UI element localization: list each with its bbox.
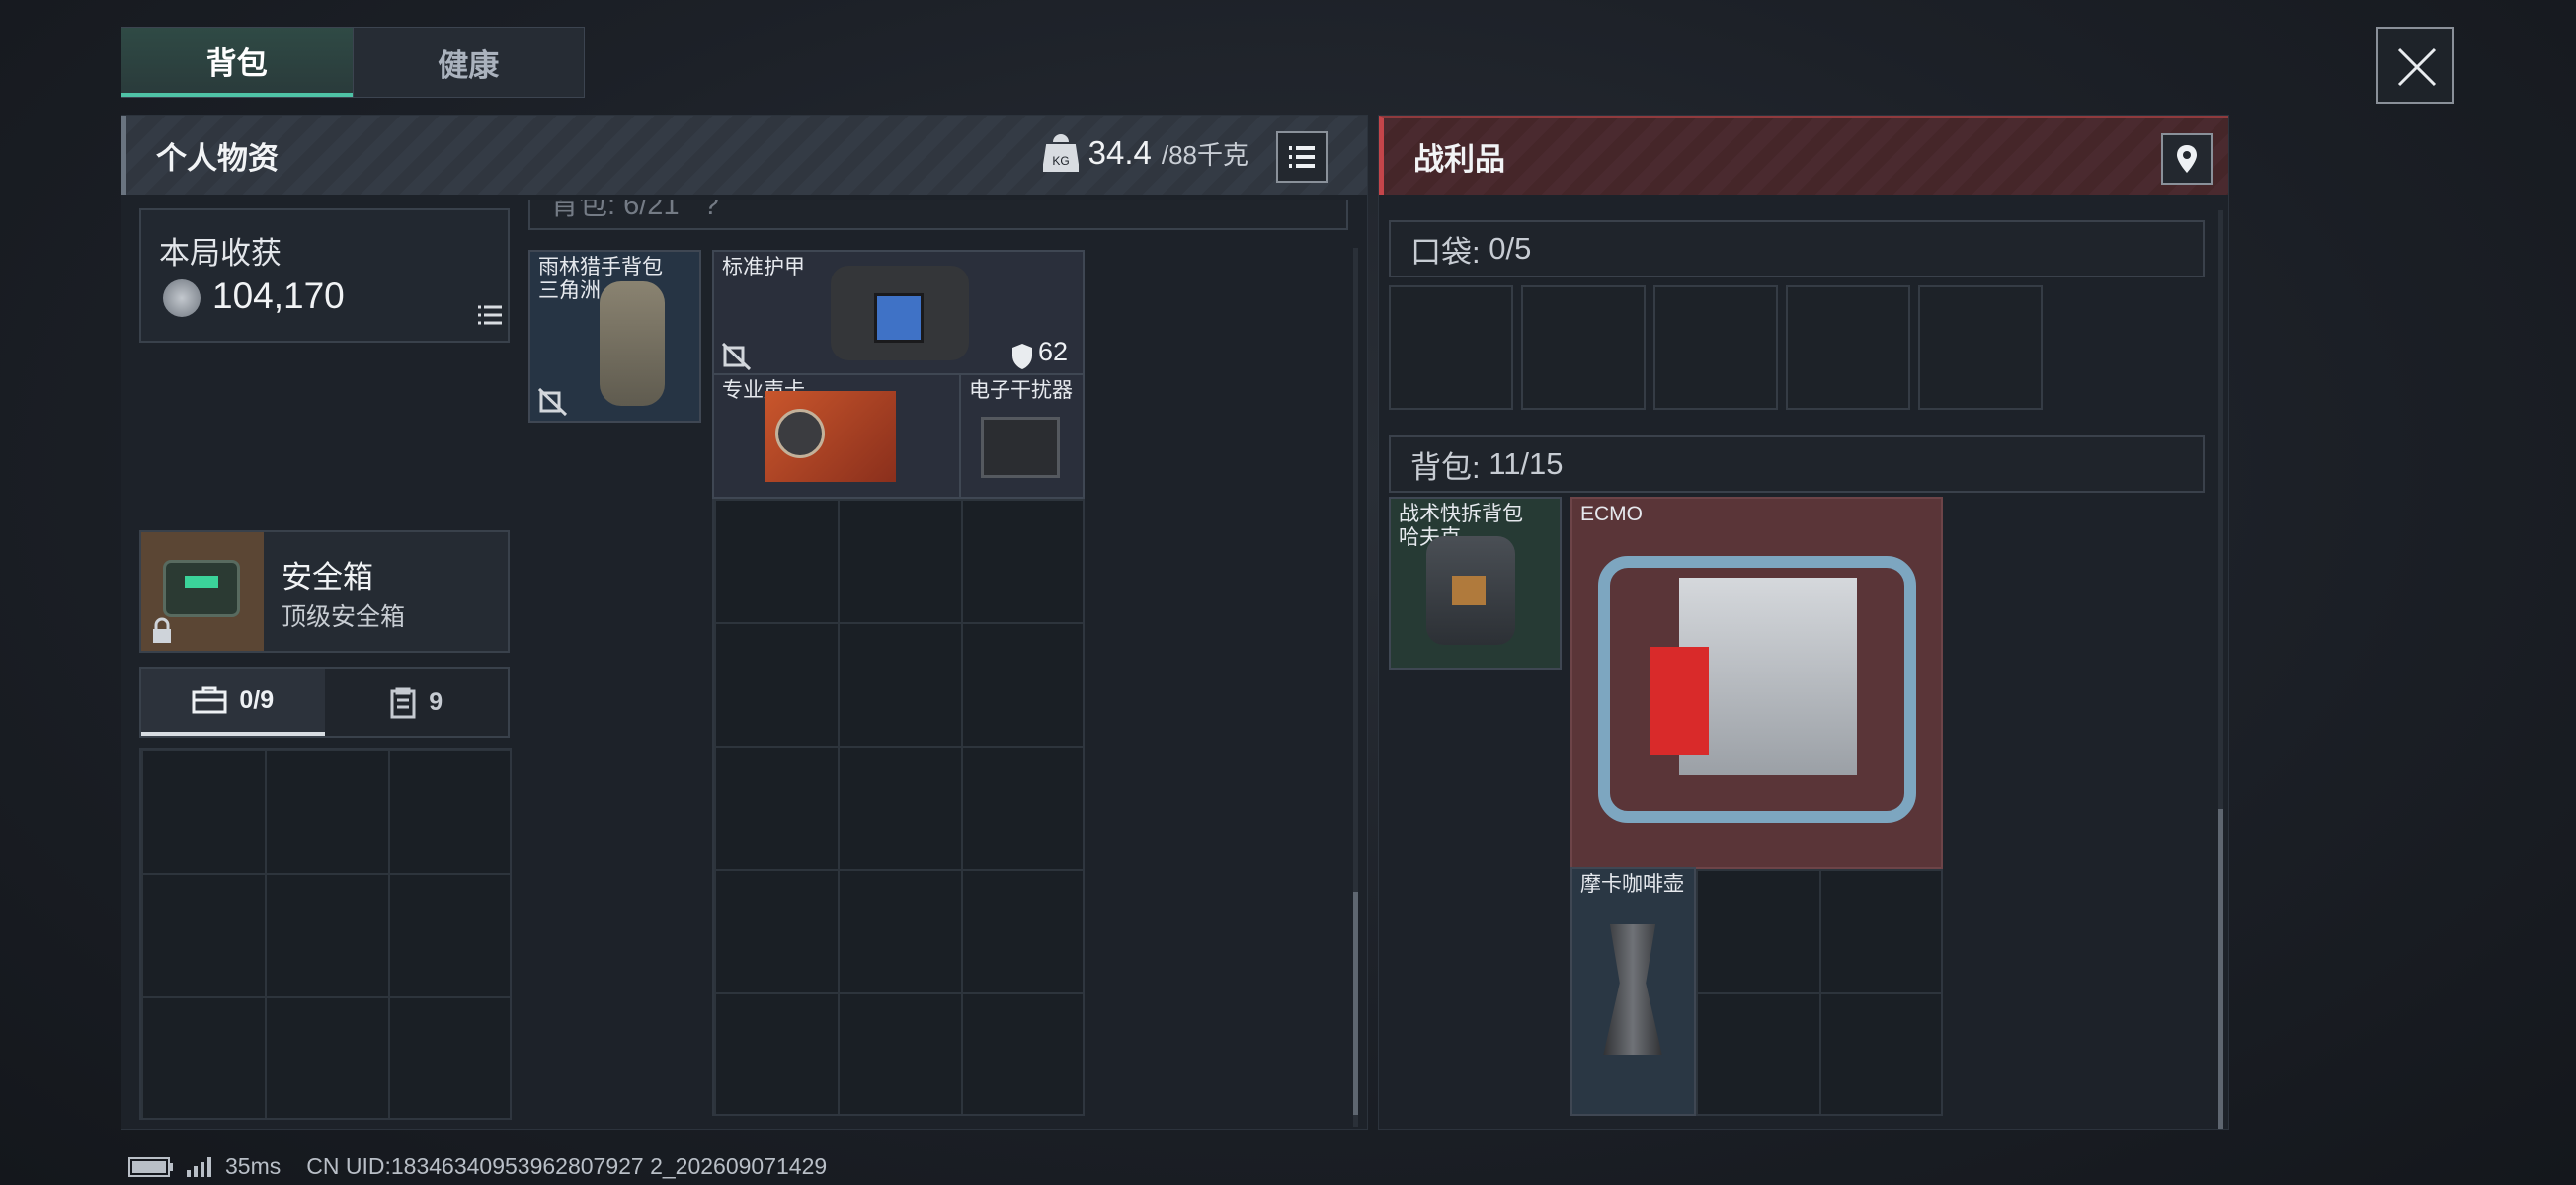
help-icon[interactable]: ? xyxy=(703,200,719,221)
pocket-slots xyxy=(1389,285,2043,410)
details-list-icon[interactable] xyxy=(477,303,503,327)
lock-icon xyxy=(153,617,171,643)
ecmo-machine-image xyxy=(1598,556,1916,823)
shield-icon xyxy=(1012,344,1032,369)
safebox-tab-items-label: 9 xyxy=(429,687,443,716)
safebox-tab-slots-label: 0/9 xyxy=(239,685,275,714)
item-label: ECMO xyxy=(1580,503,1643,525)
safebox-card[interactable]: 安全箱 顶级安全箱 xyxy=(139,530,510,653)
toolbox-icon xyxy=(192,686,227,714)
loot-backpack-header: 背包: 11/15 xyxy=(1389,435,2205,493)
pocket-header: 口袋: 0/5 xyxy=(1389,220,2205,277)
pocket-label: 口袋: xyxy=(1410,234,1481,270)
armor-vest-image xyxy=(831,266,969,360)
safebox-image xyxy=(141,532,264,651)
coin-icon xyxy=(163,279,201,317)
earnings-card[interactable]: 本局收获 104,170 xyxy=(139,208,510,343)
safebox-tab-slots[interactable]: 0/9 xyxy=(141,669,325,736)
svg-text:KG: KG xyxy=(1052,154,1069,168)
moka-pot-image xyxy=(1603,924,1662,1055)
backpack-header: 背包: 6/21 ? xyxy=(528,200,1348,230)
pocket-slot[interactable] xyxy=(1786,285,1910,410)
close-button[interactable] xyxy=(2376,27,2454,104)
weight-max: /88千克 xyxy=(1161,139,1248,170)
weight-current: 34.4 xyxy=(1087,134,1152,171)
inventory-item-armor[interactable]: 标准护甲 62 xyxy=(712,250,1085,375)
personal-supplies-header: 个人物资 KG 34.4/88千克 xyxy=(121,116,1367,195)
battery-icon xyxy=(128,1156,173,1177)
backpack-label: 背包: xyxy=(550,200,616,221)
pocket-slot[interactable] xyxy=(1653,285,1778,410)
item-label: 摩卡咖啡壶 xyxy=(1580,873,1684,896)
location-button[interactable] xyxy=(2161,133,2213,185)
loot-backpack-equipped-item[interactable]: 战术快拆背包 哈夫克 xyxy=(1389,497,1562,670)
top-tabs: 背包 健康 xyxy=(121,27,585,98)
backpack-equipped-item[interactable]: 雨林猎手背包 三角洲 xyxy=(528,250,701,423)
uid-text: CN UID:18346340953962807927 2_2026090714… xyxy=(306,1153,828,1179)
loot-backpack-label: 背包: xyxy=(1410,449,1481,485)
safebox-type: 顶级安全箱 xyxy=(282,603,406,631)
map-pin-icon xyxy=(2177,145,2197,173)
safebox-name: 安全箱 xyxy=(282,560,373,594)
weight-indicator: KG 34.4/88千克 xyxy=(1042,133,1248,173)
list-icon xyxy=(1289,146,1315,168)
safebox-tab-items[interactable]: 9 xyxy=(325,669,509,736)
personal-supplies-panel: 个人物资 KG 34.4/88千克 本局收获 104,170 安全箱 顶级安全箱… xyxy=(121,115,1368,1130)
sort-list-button[interactable] xyxy=(1276,131,1328,183)
status-footer: 35ms CN UID:18346340953962807927 2_20260… xyxy=(128,1153,827,1180)
pocket-count: 0/5 xyxy=(1489,231,1532,266)
loot-header: 战利品 xyxy=(1379,116,2228,195)
loot-scrollbar-thumb[interactable] xyxy=(2218,809,2223,1129)
armor-durability: 62 xyxy=(1038,337,1069,366)
loot-backpack-count: 11/15 xyxy=(1489,446,1564,481)
earnings-value: 104,170 xyxy=(212,276,345,316)
loot-scrollbar-track[interactable] xyxy=(2218,210,2223,1129)
scrollbar-track[interactable] xyxy=(1353,248,1358,1127)
earnings-label: 本局收获 xyxy=(159,236,282,271)
inventory-item-jammer[interactable]: 电子干扰器 xyxy=(959,373,1085,499)
tactical-backpack-image xyxy=(1426,536,1515,645)
tab-backpack[interactable]: 背包 xyxy=(121,28,353,97)
clipboard-icon xyxy=(390,687,416,719)
pocket-slot[interactable] xyxy=(1918,285,2043,410)
safebox-grid[interactable] xyxy=(139,748,512,1120)
ping-value: 35ms xyxy=(225,1153,282,1179)
item-label: 标准护甲 xyxy=(722,256,805,278)
pocket-slot[interactable] xyxy=(1521,285,1646,410)
no-insure-icon xyxy=(722,343,752,370)
scrollbar-thumb[interactable] xyxy=(1353,892,1358,1115)
loot-item-moka-pot[interactable]: 摩卡咖啡壶 xyxy=(1570,867,1696,1116)
kg-weight-icon: KG xyxy=(1042,134,1079,172)
jammer-image xyxy=(981,417,1060,478)
backpack-image xyxy=(600,281,665,406)
safebox-tabs: 0/9 9 xyxy=(139,667,510,738)
panel-title: 个人物资 xyxy=(156,140,279,176)
close-icon xyxy=(2397,47,2437,87)
no-insure-icon xyxy=(538,388,568,416)
signal-icon xyxy=(187,1156,211,1177)
item-label: 电子干扰器 xyxy=(969,379,1073,402)
inventory-item-sound-card[interactable]: 专业声卡 xyxy=(712,373,961,499)
backpack-count: 6/21 xyxy=(623,200,680,221)
pocket-slot[interactable] xyxy=(1389,285,1513,410)
tab-health[interactable]: 健康 xyxy=(352,28,585,97)
loot-item-ecmo[interactable]: ECMO xyxy=(1570,497,1943,869)
loot-panel: 战利品 口袋: 0/5 背包: 11/15 战术快拆背包 哈夫克 ECMO 摩卡… xyxy=(1378,115,2229,1130)
panel-title: 战利品 xyxy=(1413,141,1505,177)
sound-card-image xyxy=(765,391,896,482)
